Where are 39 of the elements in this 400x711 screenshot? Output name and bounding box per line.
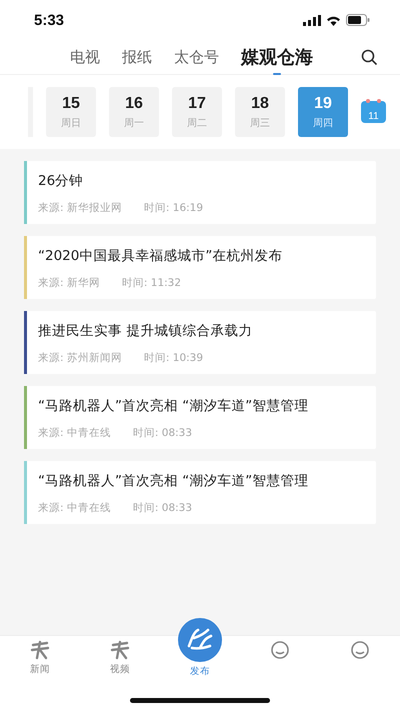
brush-glyph-icon[interactable] bbox=[109, 640, 131, 660]
date-card[interactable]: 17 周二 bbox=[172, 87, 222, 137]
status-time: 5:33 bbox=[34, 12, 64, 28]
news-card[interactable]: 推进民生实事 提升城镇综合承载力 来源: 苏州新闻网 时间: 10:39 bbox=[24, 311, 376, 374]
search-icon[interactable] bbox=[361, 48, 378, 66]
channel-tab[interactable]: 媒观仓海 bbox=[237, 39, 317, 75]
publish-icon[interactable] bbox=[178, 618, 222, 662]
nav-label[interactable]: 发布 bbox=[190, 665, 210, 678]
news-source: 来源: 中青在线 bbox=[38, 501, 111, 515]
news-time: 时间: 10:39 bbox=[144, 351, 204, 365]
news-title: 推进民生实事 提升城镇综合承载力 bbox=[38, 322, 254, 341]
news-title: “马路机器人”首次亮相 “潮汐车道”智慧管理 bbox=[38, 397, 310, 416]
news-time: 时间: 11:32 bbox=[122, 276, 182, 290]
channel-tab[interactable]: 报纸 bbox=[118, 48, 156, 66]
news-source: 来源: 苏州新闻网 bbox=[38, 351, 122, 365]
nav-label[interactable]: 视频 bbox=[110, 663, 130, 676]
news-title: “马路机器人”首次亮相 “潮汐车道”智慧管理 bbox=[38, 472, 310, 491]
channel-tab[interactable]: 电视 bbox=[66, 48, 104, 66]
news-card[interactable]: “马路机器人”首次亮相 “潮汐车道”智慧管理 来源: 中青在线 时间: 08:33 bbox=[24, 461, 376, 524]
news-title: 26分钟 bbox=[38, 172, 84, 191]
brush-glyph-icon[interactable] bbox=[29, 640, 51, 660]
date-card[interactable]: 16 周一 bbox=[109, 87, 159, 137]
wifi-icon bbox=[326, 14, 341, 26]
channel-tab[interactable]: 太仓号 bbox=[170, 48, 223, 66]
news-card[interactable]: “马路机器人”首次亮相 “潮汐车道”智慧管理 来源: 中青在线 时间: 08:33 bbox=[24, 386, 376, 449]
nav-label[interactable]: 新闻 bbox=[30, 663, 50, 676]
news-card[interactable]: 26分钟 来源: 新华报业网 时间: 16:19 bbox=[24, 161, 376, 224]
news-time: 时间: 08:33 bbox=[132, 426, 192, 440]
news-source: 来源: 新华网 bbox=[38, 276, 100, 290]
date-card[interactable]: 18 周三 bbox=[235, 87, 285, 137]
news-source: 来源: 新华报业网 bbox=[38, 201, 122, 215]
signal-icon bbox=[303, 14, 321, 26]
news-card[interactable]: “2020中国最具幸福感城市”在杭州发布 来源: 新华网 时间: 11:32 bbox=[24, 236, 376, 299]
news-source: 来源: 中青在线 bbox=[38, 426, 111, 440]
battery-icon bbox=[346, 14, 370, 26]
news-title: “2020中国最具幸福感城市”在杭州发布 bbox=[38, 247, 284, 266]
news-time: 时间: 16:19 bbox=[144, 201, 204, 215]
news-time: 时间: 08:33 bbox=[132, 501, 192, 515]
date-card[interactable]: 15 周日 bbox=[46, 87, 96, 137]
